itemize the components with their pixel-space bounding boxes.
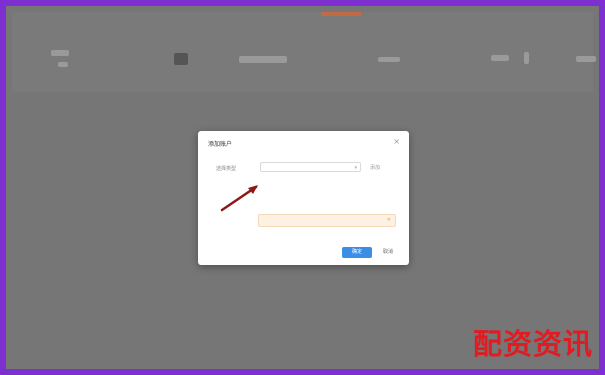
background-accent <box>321 12 361 16</box>
background-logo-sub <box>58 62 68 67</box>
watermark-logo: 配资资讯 <box>472 327 593 361</box>
warning-close-icon[interactable]: ✕ <box>387 215 391 226</box>
background-logo <box>51 50 69 56</box>
type-select[interactable]: ▾ <box>260 162 361 172</box>
warning-banner: ✕ <box>258 214 396 227</box>
background-divider <box>524 52 529 64</box>
type-label: 选择类型 <box>216 166 237 172</box>
background-nav-item <box>378 57 400 62</box>
cancel-button[interactable]: 取消 <box>383 247 393 258</box>
background-user <box>576 56 596 62</box>
dialog-title: 添加账户 <box>208 141 233 148</box>
add-link[interactable]: 添加 <box>370 164 380 171</box>
background-search <box>239 56 287 63</box>
chevron-down-icon: ▾ <box>354 165 357 171</box>
close-icon[interactable]: × <box>393 137 400 146</box>
background-toolbar <box>12 12 593 92</box>
add-account-dialog: 添加账户 × 选择类型 ▾ 添加 ✕ 确定 取消 <box>198 131 409 265</box>
confirm-button[interactable]: 确定 <box>342 247 372 258</box>
background-icon <box>174 53 188 65</box>
background-nav-item-2 <box>491 55 509 61</box>
